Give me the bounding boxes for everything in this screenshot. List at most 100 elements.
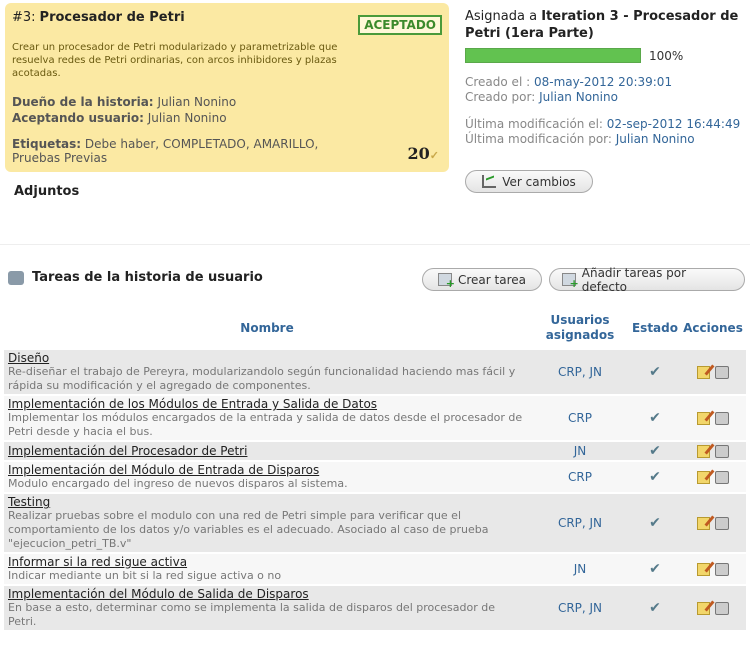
owner-row: Dueño de la historia: Julian Nonino xyxy=(12,95,236,109)
modified-label: Última modificación el: xyxy=(465,117,603,131)
col-state-header[interactable]: Estado xyxy=(630,308,680,349)
edit-icon[interactable] xyxy=(697,445,710,458)
progress: 100% xyxy=(465,48,745,63)
points-check-icon: ✓ xyxy=(429,149,439,162)
task-actions xyxy=(680,440,746,461)
task-description: Realizar pruebas sobre el modulo con una… xyxy=(8,509,489,550)
task-description: Implementar los módulos encargados de la… xyxy=(8,411,523,438)
task-cell: Testing Realizar pruebas sobre el modulo … xyxy=(4,492,530,553)
task-name-link[interactable]: Implementación del Módulo de Salida de D… xyxy=(8,587,526,601)
task-users: CRP, JN xyxy=(530,348,630,395)
tasks-heading: Tareas de la historia de usuario xyxy=(8,270,263,285)
tasks-body: Diseño Re-diseñar el trabajo de Pereyra, … xyxy=(4,348,746,630)
check-icon: ✔ xyxy=(649,515,661,531)
task-name-link[interactable]: Testing xyxy=(8,495,526,509)
delete-icon[interactable] xyxy=(715,517,729,530)
modified-by-value[interactable]: Julian Nonino xyxy=(616,132,695,146)
acceptor-row: Aceptando usuario: Julian Nonino xyxy=(12,111,227,125)
task-state: ✔ xyxy=(630,552,680,585)
check-icon: ✔ xyxy=(649,561,661,577)
task-users: CRP, JN xyxy=(530,492,630,553)
assigned-iteration: Asignada a Iteration 3 - Procesador de P… xyxy=(465,8,745,42)
check-icon: ✔ xyxy=(649,364,661,380)
create-task-button[interactable]: Crear tarea xyxy=(422,268,542,291)
check-icon: ✔ xyxy=(649,600,661,616)
story-points: 20✓ xyxy=(408,144,439,163)
table-row: Implementación del Módulo de Entrada de … xyxy=(4,460,746,493)
attachments-heading: Adjuntos xyxy=(14,184,80,199)
story-info-pane: Asignada a Iteration 3 - Procesador de P… xyxy=(465,8,745,147)
delete-icon[interactable] xyxy=(715,471,729,484)
tasks-table: Nombre Usuarios asignados Estado Accione… xyxy=(4,308,746,630)
created-by-value[interactable]: Julian Nonino xyxy=(539,90,618,104)
created-value: 08-may-2012 20:39:01 xyxy=(533,75,673,89)
task-name-link[interactable]: Implementación del Procesador de Petri xyxy=(8,444,526,458)
table-row: Implementación del Procesador de Petri JN… xyxy=(4,440,746,461)
col-actions-header: Acciones xyxy=(683,320,743,335)
progress-bar xyxy=(465,48,641,63)
progress-fill xyxy=(466,49,640,62)
task-actions xyxy=(680,394,746,441)
points-value: 20 xyxy=(407,144,430,163)
task-cell: Implementación del Procesador de Petri xyxy=(4,440,530,461)
view-changes-label: Ver cambios xyxy=(502,174,576,189)
modified-by-label: Última modificación por: xyxy=(465,132,612,146)
task-description: Indicar mediante un bit si la red sigue … xyxy=(8,569,282,582)
task-state: ✔ xyxy=(630,394,680,441)
task-actions xyxy=(680,584,746,630)
task-cell: Implementación de los Módulos de Entrada… xyxy=(4,394,530,441)
task-name-link[interactable]: Informar si la red sigue activa xyxy=(8,555,526,569)
col-name-header[interactable]: Nombre xyxy=(4,308,530,349)
task-name-link[interactable]: Implementación de los Módulos de Entrada… xyxy=(8,397,526,411)
owner-value: Julian Nonino xyxy=(157,95,237,109)
create-task-label: Crear tarea xyxy=(458,272,526,287)
dates-block: Creado el : 08-may-2012 20:39:01 Creado … xyxy=(465,75,745,147)
created-label: Creado el : xyxy=(465,75,531,89)
task-cell: Diseño Re-diseñar el trabajo de Pereyra, … xyxy=(4,348,530,395)
add-default-tasks-button[interactable]: Añadir tareas por defecto xyxy=(549,266,745,294)
col-users-header[interactable]: Usuarios asignados xyxy=(530,308,630,349)
acceptor-value: Julian Nonino xyxy=(147,111,227,125)
task-actions xyxy=(680,492,746,553)
delete-icon[interactable] xyxy=(715,602,729,615)
owner-label: Dueño de la historia: xyxy=(12,95,154,109)
delete-icon[interactable] xyxy=(715,366,729,379)
acceptor-label: Aceptando usuario: xyxy=(12,111,144,125)
edit-icon[interactable] xyxy=(697,602,710,615)
edit-icon[interactable] xyxy=(697,563,710,576)
story-header: #3: Procesador de Petri xyxy=(12,10,185,25)
task-state: ✔ xyxy=(630,492,680,553)
view-changes-button[interactable]: Ver cambios xyxy=(465,170,593,193)
task-state: ✔ xyxy=(630,584,680,630)
check-icon: ✔ xyxy=(649,410,661,426)
tasks-stack-icon xyxy=(8,270,24,285)
task-description: En base a esto, determinar como se imple… xyxy=(8,601,496,628)
task-users: JN xyxy=(530,440,630,461)
table-row: Implementación de los Módulos de Entrada… xyxy=(4,394,746,441)
task-cell: Informar si la red sigue activa Indicar m… xyxy=(4,552,530,585)
edit-icon[interactable] xyxy=(697,471,710,484)
task-users: CRP xyxy=(530,460,630,493)
progress-text: 100% xyxy=(649,48,684,63)
task-cell: Implementación del Módulo de Entrada de … xyxy=(4,460,530,493)
story-card: #3: Procesador de Petri ACEPTADO Crear un… xyxy=(5,3,449,172)
check-icon: ✔ xyxy=(649,469,661,485)
delete-icon[interactable] xyxy=(715,563,729,576)
delete-icon[interactable] xyxy=(715,412,729,425)
task-state: ✔ xyxy=(630,460,680,493)
edit-icon[interactable] xyxy=(697,517,710,530)
task-description: Modulo encargado del ingreso de nuevos d… xyxy=(8,477,348,490)
delete-icon[interactable] xyxy=(715,445,729,458)
task-name-link[interactable]: Implementación del Módulo de Entrada de … xyxy=(8,463,526,477)
section-divider xyxy=(0,244,750,245)
table-row: Testing Realizar pruebas sobre el modulo … xyxy=(4,492,746,553)
add-task-icon xyxy=(438,273,455,290)
task-users: JN xyxy=(530,552,630,585)
table-row: Diseño Re-diseñar el trabajo de Pereyra, … xyxy=(4,348,746,395)
task-name-link[interactable]: Diseño xyxy=(8,351,526,365)
task-state: ✔ xyxy=(630,348,680,395)
edit-icon[interactable] xyxy=(697,412,710,425)
task-state: ✔ xyxy=(630,440,680,461)
table-row: Implementación del Módulo de Salida de D… xyxy=(4,584,746,630)
edit-icon[interactable] xyxy=(697,366,710,379)
